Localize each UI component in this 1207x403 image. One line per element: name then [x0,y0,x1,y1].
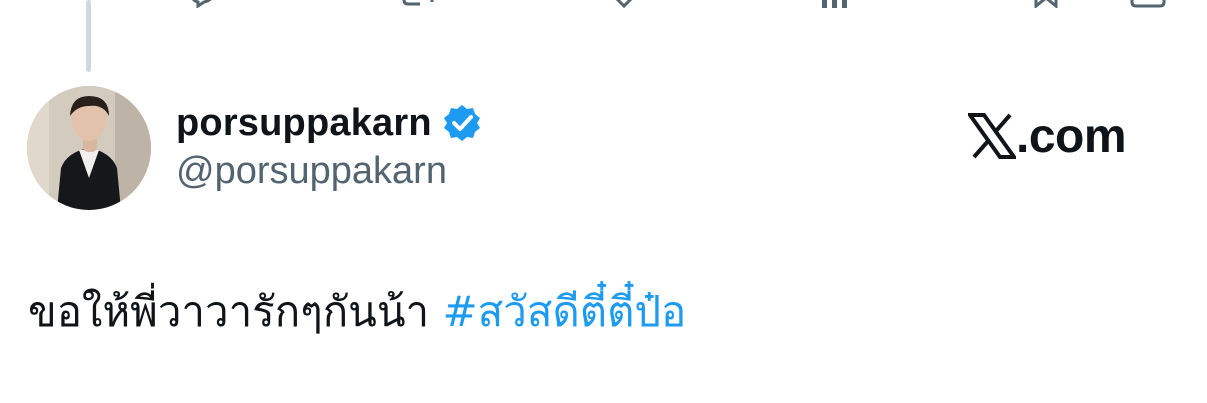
brand-domain: .com [1016,109,1127,163]
reply-icon[interactable] [186,0,216,8]
tweet-body: ขอให้พี่วาวารักๆกันน้า [28,287,443,336]
tweet-text: ขอให้พี่วาวารักๆกันน้า #สวัสดีตี๋ตี๋ป๋อ [28,282,686,342]
verified-badge-icon [443,105,480,141]
hashtag-link[interactable]: #สวัสดีตี๋ตี๋ป๋อ [442,287,686,336]
retweet-icon[interactable] [398,0,438,8]
brand-watermark: .com [968,108,1127,164]
views-icon[interactable] [818,0,854,8]
x-logo-icon [968,113,1016,159]
author-display-name[interactable]: porsuppakarn [176,102,432,145]
like-icon[interactable] [608,0,640,8]
author-handle[interactable]: @porsuppakarn [176,150,447,193]
previous-post-action-bar [0,0,1207,8]
avatar[interactable] [27,86,151,210]
bookmark-icon[interactable] [1030,0,1062,8]
thread-connector-line [86,0,91,72]
share-icon[interactable] [1128,0,1168,8]
author-name-row: porsuppakarn [176,98,482,148]
profile-photo [27,86,151,210]
